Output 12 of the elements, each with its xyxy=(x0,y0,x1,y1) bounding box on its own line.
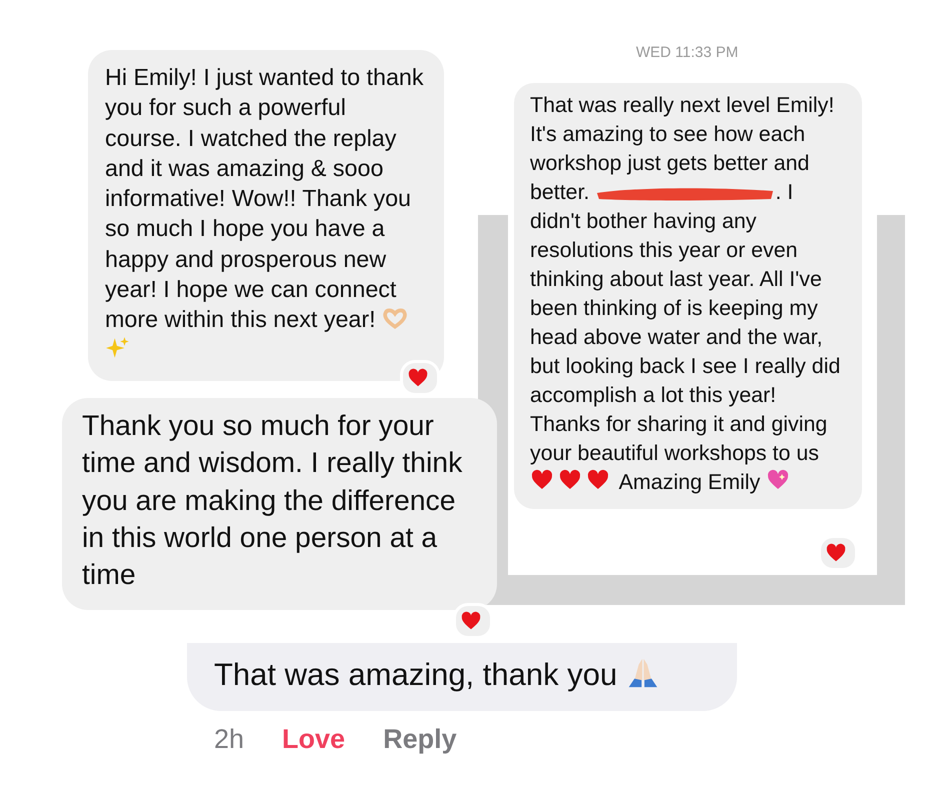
reply-link[interactable]: Reply xyxy=(383,724,457,755)
love-link[interactable]: Love xyxy=(282,724,346,755)
message-text: That was amazing, thank you xyxy=(214,655,717,695)
time-label: 2h xyxy=(214,724,244,755)
message-text: Thank you so much for your time and wisdom. I really think you are making the difference in this world one person at a time xyxy=(82,409,464,594)
heart-reaction[interactable] xyxy=(400,360,440,396)
heart-icon xyxy=(407,367,429,389)
message-timestamp: WED 11:33 PM xyxy=(636,44,738,61)
heart-icon xyxy=(825,542,847,564)
message-text: Hi Emily! I just wanted to thank you for such a powerful course. I watched the replay and it was amazing & sooo informative! Wow!! Thank you so much I hope you have a happy and prosperous new year! I hope we can connect more within this next year! xyxy=(105,62,428,365)
message-text: That was really next level Emily! It's amazing to see how each workshop just gets better and better. . I didn't bother having any resolutions this year or even thinking about last year. All I've been thinking of is keeping my head above water and the war, but looking back I see I really did accomplish a lot this year! Thanks for sharing it and giving your beautiful workshops to us Amazing Emily xyxy=(530,92,842,496)
heart-icon xyxy=(460,610,482,632)
